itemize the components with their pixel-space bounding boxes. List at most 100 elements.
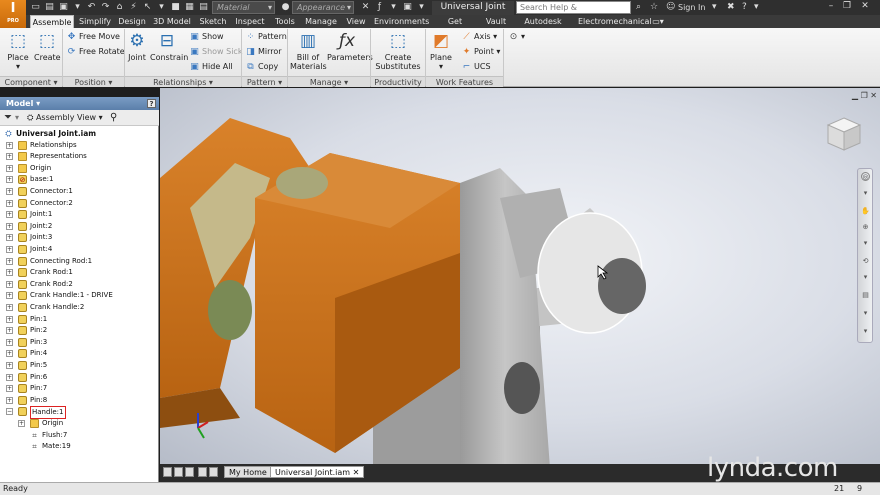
hide-all-button[interactable]: ▣ Hide All <box>189 62 232 72</box>
list-icon[interactable] <box>209 467 218 477</box>
copy-button[interactable]: ⧉ Copy <box>245 62 278 72</box>
save-dropdown-icon[interactable]: ▣ <box>402 2 413 13</box>
tree-item[interactable]: + Joint:4 <box>0 244 158 256</box>
tree-item[interactable]: + Origin <box>0 163 158 175</box>
assembly-view-dropdown[interactable]: ⛭ Assembly View ▾ <box>27 113 103 123</box>
color-override-icon[interactable]: ■ <box>170 2 181 13</box>
parameters-button[interactable]: ƒx Parameters <box>327 31 373 62</box>
home-icon[interactable]: ⌂ <box>114 2 125 13</box>
save-dropdown-icon[interactable]: ▾ <box>72 2 83 13</box>
expand-icon[interactable]: + <box>18 420 25 427</box>
tab-my-home[interactable]: My Home <box>224 466 272 478</box>
extra-options-button[interactable]: ⊙ ▾ <box>508 32 525 42</box>
tab-inspect[interactable]: Inspect <box>233 15 267 28</box>
new-icon[interactable]: ▭ <box>30 2 41 13</box>
material-combo[interactable]: Material ▾ <box>212 1 275 14</box>
arrange-icon[interactable] <box>185 467 194 477</box>
expand-icon[interactable]: + <box>6 338 13 346</box>
group-position[interactable]: Position ▾ <box>63 76 124 87</box>
show-sick-button[interactable]: ▣ Show Sick <box>189 47 242 57</box>
joint-button[interactable]: ⚙ Joint <box>126 31 148 62</box>
orbit-dropdown-icon[interactable]: ▾ <box>861 273 870 282</box>
sign-in-dropdown-icon[interactable]: ▾ <box>712 2 717 13</box>
nav-dropdown-icon[interactable]: ▾ <box>861 189 870 198</box>
tree-item[interactable]: − Handle:1 <box>0 406 158 420</box>
tree-item[interactable]: + Pin:6 <box>0 372 158 384</box>
fx-icon[interactable]: ƒ <box>374 2 385 13</box>
tree-item[interactable]: + ⊘ base:1 <box>0 174 158 186</box>
open-icon[interactable]: ▤ <box>44 2 55 13</box>
restore-icon[interactable]: ❐ <box>861 91 868 100</box>
steering-wheel-icon[interactable]: ◎ <box>861 172 870 181</box>
tree-child-item[interactable]: + Origin <box>0 418 158 430</box>
tree-item[interactable]: + Pin:3 <box>0 337 158 349</box>
tree-item[interactable]: + Pin:8 <box>0 395 158 407</box>
filter-dropdown-icon[interactable]: ▾ <box>15 113 19 122</box>
update-icon[interactable]: ⚡ <box>128 2 139 13</box>
tab-get-started[interactable]: Get Started <box>432 15 478 39</box>
expand-icon[interactable]: + <box>6 396 13 404</box>
expand-icon[interactable]: + <box>6 350 13 358</box>
look-at-dropdown-icon[interactable]: ▾ <box>861 309 870 318</box>
save-icon[interactable]: ▣ <box>58 2 69 13</box>
help-icon[interactable]: ? <box>742 2 747 13</box>
expand-icon[interactable]: + <box>6 246 13 253</box>
tab-assemble[interactable]: Assemble <box>30 15 74 28</box>
undo-icon[interactable]: ↶ <box>86 2 97 13</box>
tab-design[interactable]: Design <box>117 15 147 28</box>
zoom-dropdown-icon[interactable]: ▾ <box>861 239 870 248</box>
measure-icon[interactable]: ▦ <box>184 2 195 13</box>
user-icon[interactable]: ☺ <box>666 2 675 13</box>
group-manage[interactable]: Manage ▾ <box>288 76 370 87</box>
expand-icon[interactable]: + <box>6 385 13 393</box>
tree-item[interactable]: + Crank Handle:1 - DRIVE <box>0 290 158 302</box>
tree-item[interactable]: + Pin:7 <box>0 383 158 395</box>
expand-icon[interactable]: + <box>6 176 13 184</box>
zoom-icon[interactable]: ⊕ <box>861 223 870 232</box>
plane-button[interactable]: ◩ Plane ▾ <box>428 31 454 71</box>
axis-button[interactable]: ⟋ Axis ▾ <box>461 32 497 42</box>
expand-icon[interactable]: + <box>6 315 13 323</box>
tree-child-item[interactable]: ⌗ Mate:19 <box>0 441 158 453</box>
tab-tools[interactable]: Tools <box>272 15 298 28</box>
exchange-icon[interactable]: ✖ <box>727 2 735 13</box>
inventor-logo[interactable]: I PRO <box>0 0 26 28</box>
tree-item[interactable]: + Pin:4 <box>0 348 158 360</box>
tree-item[interactable]: + Joint:3 <box>0 232 158 244</box>
expand-icon[interactable]: + <box>6 280 13 288</box>
star-icon[interactable]: ☆ <box>650 2 658 13</box>
group-relationships[interactable]: Relationships ▾ <box>125 76 241 87</box>
redo-icon[interactable]: ↷ <box>100 2 111 13</box>
select-dropdown-icon[interactable]: ▾ <box>156 2 167 13</box>
tab-simplify[interactable]: Simplify <box>78 15 112 28</box>
expand-icon[interactable]: + <box>6 257 13 265</box>
view-icon[interactable]: ▤ <box>198 2 209 13</box>
tree-item[interactable]: + Relationships <box>0 140 158 152</box>
handle-hole[interactable] <box>504 362 540 414</box>
help-icon[interactable]: ? <box>147 99 156 108</box>
expand-icon[interactable]: + <box>6 188 13 195</box>
pin-end[interactable] <box>276 167 328 199</box>
look-at-icon[interactable]: ▤ <box>861 291 870 300</box>
tree-root[interactable]: ⛭ Universal Joint.iam <box>0 128 158 140</box>
tab-universal-joint[interactable]: Universal Joint.iam ✕ <box>270 466 365 478</box>
tab-autodesk-a360[interactable]: Autodesk A360 <box>514 15 572 39</box>
minimize-icon[interactable]: – <box>824 1 838 13</box>
sign-in-link[interactable]: Sign In <box>678 2 705 13</box>
expand-icon[interactable]: + <box>6 373 13 381</box>
pin-hole[interactable] <box>208 280 252 340</box>
customize-nav-icon[interactable]: ▾ <box>861 327 870 336</box>
free-rotate-button[interactable]: ⟳ Free Rotate <box>66 47 125 57</box>
search-help-input[interactable]: Search Help & Commands... <box>516 1 631 23</box>
tab-sketch[interactable]: Sketch <box>198 15 228 28</box>
expand-icon[interactable]: + <box>6 211 13 219</box>
place-button[interactable]: ⬚ Place ▾ <box>4 31 32 71</box>
binoculars-icon[interactable]: ⌕ <box>636 2 641 13</box>
expand-icon[interactable]: + <box>6 199 13 207</box>
expand-icon[interactable]: + <box>6 327 13 335</box>
pan-icon[interactable]: ✋ <box>861 207 870 216</box>
orbit-icon[interactable]: ⟲ <box>861 257 870 266</box>
group-component[interactable]: Component ▾ <box>0 76 62 87</box>
expand-icon[interactable]: + <box>6 234 13 242</box>
expand-icon[interactable]: + <box>6 141 13 149</box>
